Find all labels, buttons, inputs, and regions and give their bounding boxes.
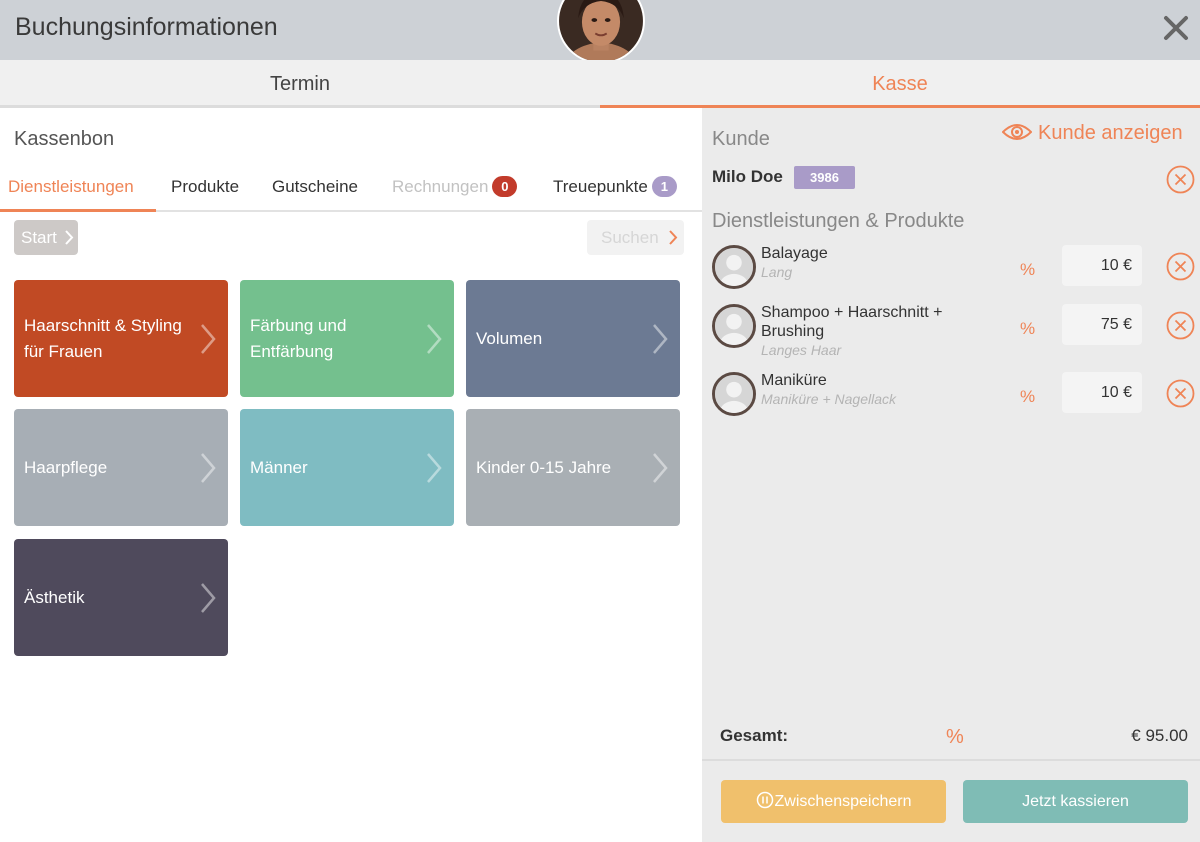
search-button[interactable]: Suchen	[587, 220, 684, 255]
chevron-right-icon	[427, 324, 442, 354]
close-circle-icon	[1166, 311, 1195, 340]
category-tile-haarpflege[interactable]: Haarpflege	[14, 409, 228, 526]
checkout-panel: Kunde Kunde anzeigen Milo Doe 3986 Diens…	[702, 108, 1200, 842]
line-item: Shampoo + Haarschnitt + Brushing Langes …	[702, 303, 1200, 363]
checkout-button[interactable]: Jetzt kassieren	[963, 780, 1188, 823]
price-field[interactable]: 10 €	[1062, 372, 1142, 413]
staff-avatar	[712, 304, 756, 348]
save-draft-label: Zwischenspeichern	[774, 793, 912, 810]
remove-item-button[interactable]	[1166, 379, 1195, 408]
tile-label: Männer	[250, 457, 308, 477]
discount-button[interactable]: %	[1020, 319, 1035, 339]
staff-avatar[interactable]	[557, 0, 645, 64]
services-section-title: Dienstleistungen & Produkte	[712, 210, 965, 232]
subtab-produkte[interactable]: Produkte	[171, 168, 239, 212]
close-button[interactable]	[1160, 12, 1192, 44]
divider	[702, 759, 1200, 761]
person-placeholder-icon	[715, 307, 753, 345]
subtab-label: Produkte	[171, 177, 240, 196]
tile-label: Ästhetik	[24, 587, 85, 607]
item-subtitle: Maniküre + Nagellack	[761, 391, 897, 407]
person-placeholder-icon	[715, 248, 753, 286]
subtab-label: Gutscheine	[272, 177, 358, 196]
rechnungen-count-badge: 0	[492, 176, 518, 197]
close-circle-icon	[1166, 165, 1195, 194]
remove-customer-button[interactable]	[1166, 165, 1195, 194]
customer-section-title: Kunde	[712, 128, 770, 150]
tile-label: Haarpflege	[24, 457, 108, 477]
price-field[interactable]: 75 €	[1062, 304, 1142, 345]
start-label: Start	[21, 228, 57, 247]
section-title: Kassenbon	[14, 128, 115, 150]
show-customer-label: Kunde anzeigen	[1038, 122, 1183, 144]
chevron-right-icon	[201, 453, 216, 483]
save-draft-button[interactable]: Zwischenspeichern	[721, 780, 946, 823]
pause-icon	[756, 791, 773, 809]
category-tile-faerbung[interactable]: Färbung und Entfärbung	[240, 280, 454, 397]
search-label: Suchen	[601, 228, 659, 247]
chevron-right-icon	[653, 324, 668, 354]
line-item: Balayage Lang % 10 €	[702, 244, 1200, 294]
chevron-right-icon	[669, 230, 678, 245]
line-item: Maniküre Maniküre + Nagellack % 10 €	[702, 371, 1200, 421]
person-placeholder-icon	[715, 375, 753, 413]
total-label: Gesamt:	[720, 726, 789, 745]
receipt-panel: Kassenbon Dienstleistungen Produkte Guts…	[0, 108, 702, 842]
page-title: Buchungsinformationen	[15, 13, 278, 41]
subtab-label: Rechnungen	[392, 177, 489, 196]
show-customer-link[interactable]: Kunde anzeigen	[1002, 122, 1183, 145]
chevron-right-icon	[427, 453, 442, 483]
customer-name: Milo Doe	[712, 167, 783, 186]
treuepunkte-count-badge: 1	[651, 176, 677, 197]
category-tile-haarschnitt[interactable]: Haarschnitt & Styling für Frauen	[14, 280, 228, 397]
subtab-treuepunkte[interactable]: Treuepunkte 1	[553, 168, 677, 212]
close-icon	[1164, 16, 1188, 40]
start-button[interactable]: Start	[14, 220, 78, 255]
chevron-right-icon	[201, 324, 216, 354]
remove-item-button[interactable]	[1166, 311, 1195, 340]
discount-button[interactable]: %	[1020, 260, 1035, 280]
subtab-dienstleistungen[interactable]: Dienstleistungen	[0, 168, 156, 212]
discount-button[interactable]: %	[1020, 387, 1035, 407]
remove-item-button[interactable]	[1166, 252, 1195, 281]
tile-label: Volumen	[476, 328, 543, 348]
item-subtitle: Lang	[761, 264, 793, 280]
total-value: € 95.00	[1131, 726, 1188, 745]
subtab-gutscheine[interactable]: Gutscheine	[272, 168, 358, 212]
close-circle-icon	[1166, 379, 1195, 408]
eye-icon	[1002, 124, 1032, 140]
category-tile-maenner[interactable]: Männer	[240, 409, 454, 526]
close-circle-icon	[1166, 252, 1195, 281]
chevron-right-icon	[653, 453, 668, 483]
subtab-label: Dienstleistungen	[8, 177, 134, 196]
tab-kasse[interactable]: Kasse	[600, 60, 1200, 108]
category-tile-aesthetik[interactable]: Ästhetik	[14, 539, 228, 656]
subtab-rechnungen[interactable]: Rechnungen 0	[392, 168, 518, 212]
chevron-right-icon	[201, 583, 216, 613]
customer-id-badge: 3986	[794, 166, 855, 189]
staff-avatar	[712, 372, 756, 416]
chevron-right-icon	[65, 230, 74, 245]
item-name: Maniküre	[761, 372, 827, 389]
staff-avatar	[712, 245, 756, 289]
total-discount-button[interactable]: %	[946, 726, 964, 749]
header-bar: Buchungsinformationen	[0, 0, 1200, 64]
item-subtitle: Langes Haar	[761, 342, 842, 358]
category-tile-volumen[interactable]: Volumen	[466, 280, 680, 397]
item-name: Balayage	[761, 245, 828, 262]
top-tabs: Termin Kasse	[0, 60, 1200, 108]
tile-label: Färbung und Entfärbung	[250, 315, 347, 361]
price-field[interactable]: 10 €	[1062, 245, 1142, 286]
subtab-label: Treuepunkte	[553, 177, 648, 196]
tile-label: Kinder 0-15 Jahre	[476, 457, 612, 477]
tab-termin[interactable]: Termin	[0, 60, 600, 108]
item-name: Shampoo + Haarschnitt + Brushing	[761, 304, 943, 340]
tile-label: Haarschnitt & Styling für Frauen	[24, 315, 182, 361]
category-tile-kinder[interactable]: Kinder 0-15 Jahre	[466, 409, 680, 526]
staff-portrait-icon	[559, 0, 643, 62]
sub-tabs: Dienstleistungen Produkte Gutscheine Rec…	[0, 168, 702, 212]
